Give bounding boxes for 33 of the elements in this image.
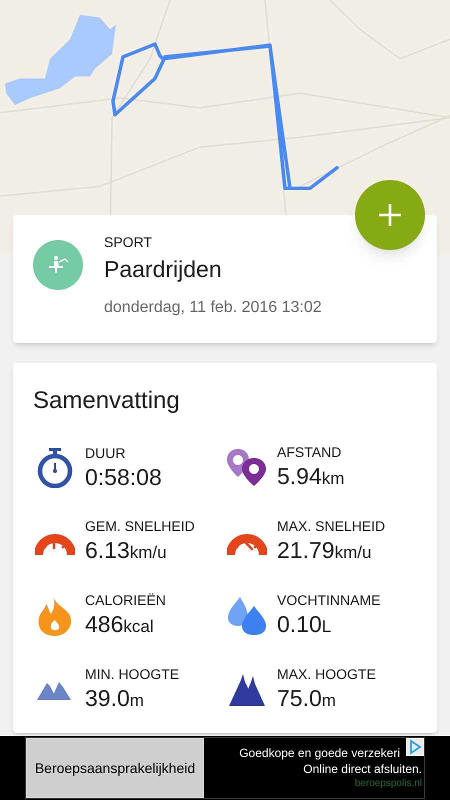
map-pins-icon: [227, 449, 267, 487]
stat-value: 0:58:08: [85, 463, 162, 492]
sport-label: SPORT: [104, 233, 153, 251]
ad-text: Online direct afsluiten.: [303, 761, 422, 777]
mountains-icon: [229, 674, 265, 706]
stopwatch-icon: [36, 448, 74, 488]
ad-headline: Goedkope en goede verzekeri: [239, 745, 400, 761]
stat-value: 39.0m: [85, 684, 145, 712]
stat-value: 21.79km/u: [277, 536, 372, 564]
stat-label: MAX. HOOGTE: [277, 664, 376, 682]
stat-label: DUUR: [85, 444, 126, 462]
stat-label: MIN. HOOGTE: [85, 664, 180, 682]
sport-name: Paardrijden: [104, 255, 223, 284]
water-drops-icon: [227, 596, 267, 636]
stat-value: 5.94km: [277, 462, 344, 490]
stat-label: VOCHTINNAME: [277, 590, 380, 608]
ad-button[interactable]: Beroepsaansprakelijkheid: [26, 738, 204, 798]
summary-title: Samenvatting: [33, 386, 181, 416]
stat-label: CALORIEËN: [85, 590, 166, 608]
stat-label: GEM. SNELHEID: [85, 516, 195, 534]
stat-value: 486kcal: [85, 610, 155, 638]
stat-value: 6.13km/u: [85, 536, 168, 564]
stat-label: AFSTAND: [277, 442, 342, 460]
stat-label: MAX. SNELHEID: [277, 516, 386, 534]
flame-icon: [37, 596, 73, 636]
rider-icon: [47, 256, 69, 274]
stat-value: 75.0m: [277, 684, 337, 712]
mountains-icon: [37, 680, 73, 700]
plus-icon: [379, 204, 401, 226]
ad-choices-icon: [406, 738, 424, 756]
activity-date: donderdag, 11 feb. 2016 13:02: [104, 298, 322, 318]
ad-url: beroepspolis.nl: [354, 777, 422, 791]
stat-value: 0.10L: [277, 610, 332, 638]
